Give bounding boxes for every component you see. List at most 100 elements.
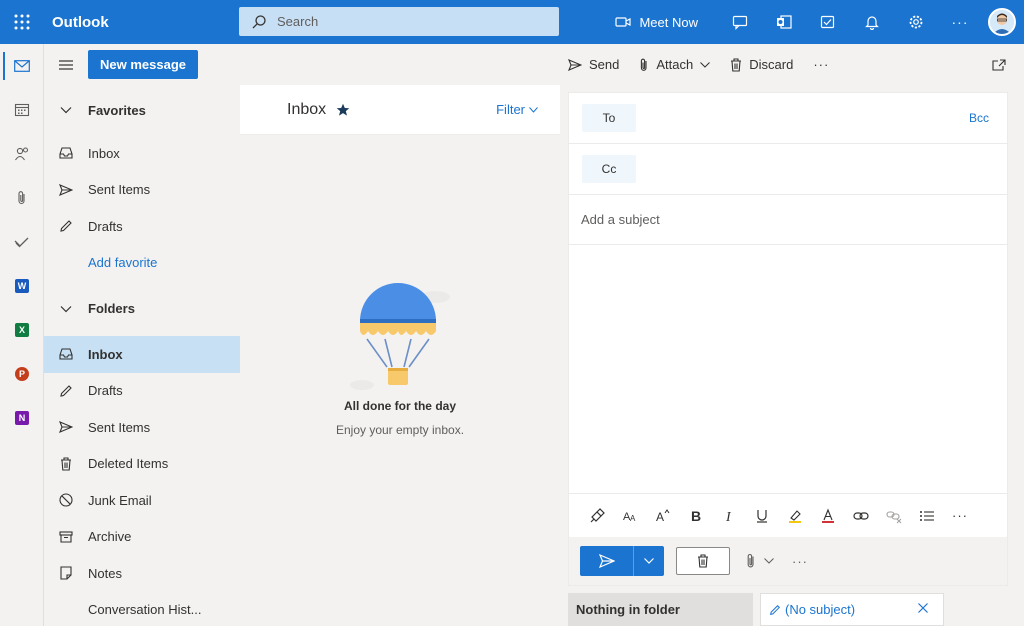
video-camera-icon bbox=[615, 17, 632, 27]
send-main-button[interactable] bbox=[580, 546, 634, 576]
folder-conversation-history[interactable]: Conversation Hist... bbox=[44, 592, 240, 626]
collapse-navigation-button[interactable] bbox=[44, 59, 88, 71]
meet-now-label: Meet Now bbox=[639, 14, 698, 30]
subject-input[interactable]: Add a subject bbox=[569, 195, 1007, 245]
hamburger-icon bbox=[59, 59, 73, 70]
rail-mail[interactable] bbox=[0, 44, 44, 88]
close-icon[interactable] bbox=[917, 602, 929, 614]
bullet-list-icon bbox=[920, 510, 934, 521]
favorites-header[interactable]: Favorites bbox=[44, 85, 240, 135]
send-button[interactable] bbox=[580, 546, 664, 576]
font-color-button[interactable] bbox=[818, 506, 838, 526]
svg-text:A: A bbox=[630, 514, 636, 523]
cc-button[interactable]: Cc bbox=[582, 155, 636, 183]
favorites-heading: Favorites bbox=[88, 102, 146, 118]
new-message-button[interactable]: New message bbox=[88, 50, 198, 79]
add-favorite-link[interactable]: Add favorite bbox=[44, 245, 240, 282]
send-command-button[interactable]: Send bbox=[568, 57, 619, 72]
bullets-button[interactable] bbox=[917, 506, 937, 526]
attach-button[interactable] bbox=[746, 553, 774, 569]
teams-chat-button[interactable] bbox=[718, 0, 762, 44]
folder-deleted-items-label: Deleted Items bbox=[88, 456, 169, 472]
underline-button[interactable] bbox=[752, 506, 772, 526]
rail-calendar[interactable] bbox=[0, 88, 44, 132]
folder-inbox[interactable]: Inbox bbox=[44, 336, 240, 373]
favorite-drafts[interactable]: Drafts bbox=[44, 208, 240, 245]
rail-word[interactable]: W bbox=[0, 264, 44, 308]
folder-notes-label: Notes bbox=[88, 565, 122, 581]
app-rail: W X P N bbox=[0, 44, 44, 626]
search-icon bbox=[252, 14, 266, 28]
powerpoint-icon: P bbox=[15, 367, 29, 381]
send-row-more-button[interactable]: ··· bbox=[792, 554, 808, 569]
notifications-button[interactable] bbox=[850, 0, 894, 44]
bcc-link[interactable]: Bcc bbox=[969, 111, 989, 125]
rail-powerpoint[interactable]: P bbox=[0, 352, 44, 396]
top-bar: Outlook Search Meet Now ··· bbox=[0, 0, 1024, 44]
bold-icon: B bbox=[691, 508, 701, 524]
filter-button[interactable]: Filter bbox=[496, 102, 538, 117]
format-painter-button[interactable] bbox=[587, 506, 607, 526]
folder-drafts[interactable]: Drafts bbox=[44, 373, 240, 410]
my-day-button[interactable] bbox=[806, 0, 850, 44]
discard-button[interactable] bbox=[676, 547, 730, 575]
settings-button[interactable] bbox=[894, 0, 938, 44]
avatar[interactable] bbox=[988, 8, 1016, 36]
block-icon bbox=[59, 493, 73, 507]
user-avatar-icon bbox=[990, 10, 1014, 34]
to-button[interactable]: To bbox=[582, 104, 636, 132]
rail-todo[interactable] bbox=[0, 220, 44, 264]
format-more-button[interactable]: ··· bbox=[950, 506, 970, 526]
meet-now-button[interactable]: Meet Now bbox=[615, 15, 698, 30]
draft-tab[interactable]: (No subject) bbox=[760, 593, 944, 626]
mail-icon bbox=[14, 60, 30, 72]
svg-text:B: B bbox=[691, 508, 701, 524]
favorite-drafts-label: Drafts bbox=[88, 218, 123, 234]
chevron-down-icon bbox=[60, 107, 72, 114]
pencil-icon bbox=[770, 604, 781, 615]
folder-junk-email[interactable]: Junk Email bbox=[44, 482, 240, 519]
to-field[interactable]: To Bcc bbox=[569, 93, 1007, 144]
send-options-button[interactable] bbox=[634, 558, 664, 564]
rail-files[interactable] bbox=[0, 176, 44, 220]
inbox-heading: Inbox bbox=[287, 101, 350, 119]
folder-sent-items[interactable]: Sent Items bbox=[44, 409, 240, 446]
command-more-label: ··· bbox=[813, 57, 830, 72]
folder-notes[interactable]: Notes bbox=[44, 555, 240, 592]
favorite-inbox[interactable]: Inbox bbox=[44, 135, 240, 172]
send-row: ··· bbox=[569, 537, 1007, 585]
attach-command-button[interactable]: Attach bbox=[639, 57, 711, 72]
discard-command-button[interactable]: Discard bbox=[730, 57, 793, 72]
font-size-button[interactable]: A bbox=[653, 506, 673, 526]
app-title[interactable]: Outlook bbox=[52, 14, 232, 31]
pencil-icon bbox=[60, 220, 72, 232]
pop-out-icon bbox=[992, 58, 1006, 71]
folder-deleted-items[interactable]: Deleted Items bbox=[44, 446, 240, 483]
folder-archive[interactable]: Archive bbox=[44, 519, 240, 556]
remove-link-button[interactable] bbox=[884, 506, 904, 526]
list-title: Inbox bbox=[287, 100, 327, 118]
search-box[interactable]: Search bbox=[239, 7, 559, 36]
calendar-icon bbox=[14, 103, 30, 117]
favorite-sent-items[interactable]: Sent Items bbox=[44, 172, 240, 209]
command-more-button[interactable]: ··· bbox=[813, 57, 829, 72]
gear-icon bbox=[909, 15, 923, 29]
pop-out-button[interactable] bbox=[992, 58, 1006, 71]
more-options-button[interactable]: ··· bbox=[938, 0, 982, 44]
insert-link-button[interactable] bbox=[851, 506, 871, 526]
cc-field[interactable]: Cc bbox=[569, 144, 1007, 195]
app-launcher-button[interactable] bbox=[0, 0, 44, 44]
rail-people[interactable] bbox=[0, 132, 44, 176]
rail-onenote[interactable]: N bbox=[0, 396, 44, 440]
folders-header[interactable]: Folders bbox=[44, 281, 240, 336]
bold-button[interactable]: B bbox=[686, 506, 706, 526]
star-icon[interactable] bbox=[336, 103, 350, 117]
folder-status-tab[interactable]: Nothing in folder bbox=[568, 593, 753, 626]
highlight-button[interactable] bbox=[785, 506, 805, 526]
search-placeholder: Search bbox=[277, 14, 319, 29]
font-button[interactable]: AA bbox=[620, 506, 640, 526]
office-apps-button[interactable] bbox=[762, 0, 806, 44]
italic-button[interactable]: I bbox=[719, 506, 739, 526]
rail-excel[interactable]: X bbox=[0, 308, 44, 352]
bell-icon bbox=[865, 16, 879, 30]
